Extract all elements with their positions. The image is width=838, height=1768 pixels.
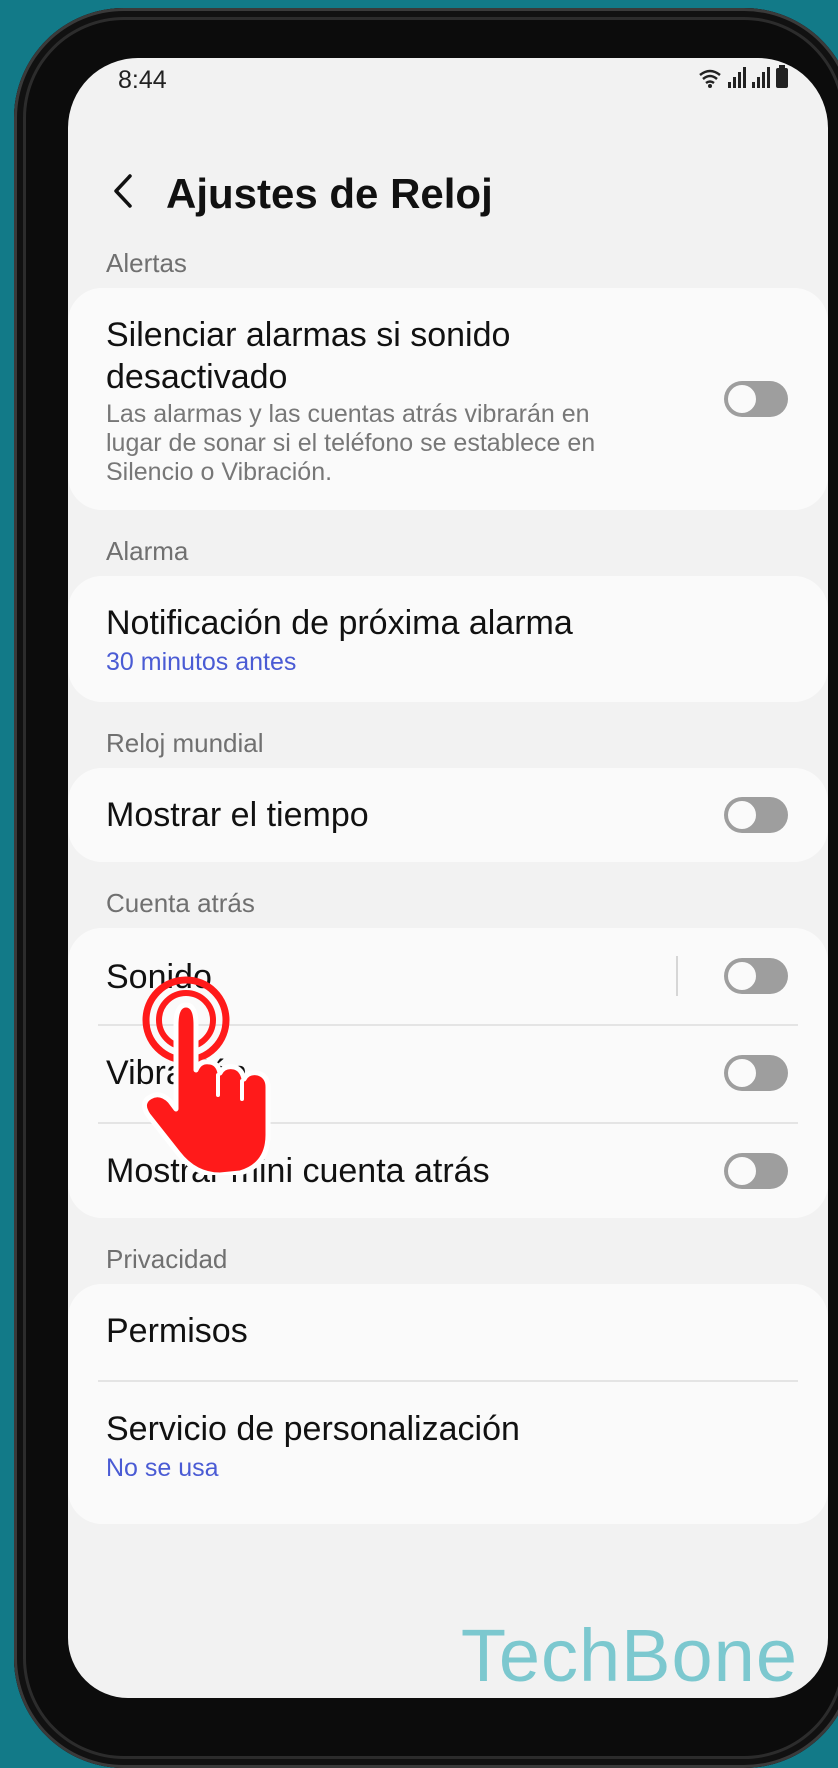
card-alarma: Notificación de próxima alarma 30 minuto… [68, 576, 828, 702]
sound-toggle[interactable] [724, 958, 788, 994]
setting-desc-line2: lugar de sonar si el teléfono se estable… [106, 429, 596, 457]
setting-permissions[interactable]: Permisos [68, 1284, 828, 1380]
card-alertas: Silenciar alarmas si sonido desactivado … [68, 288, 828, 510]
setting-desc-line1: Las alarmas y las cuentas atrás vibrarán… [106, 400, 590, 428]
setting-title-line1: Silenciar alarmas si sonido [106, 316, 511, 354]
status-bar: 8:44 [68, 58, 828, 118]
vibration-toggle[interactable] [724, 1055, 788, 1091]
page-title: Ajustes de Reloj [166, 170, 493, 217]
row-separator [676, 956, 678, 996]
setting-value: No se usa [106, 1454, 219, 1482]
wifi-icon [699, 69, 721, 88]
screen: 8:44 Ajustes de Reloj Alertas Silenciar … [68, 58, 828, 1698]
signal-1-icon [728, 66, 746, 88]
setting-title: Servicio de personalización [106, 1410, 520, 1448]
silence-alarms-toggle[interactable] [724, 381, 788, 417]
watermark: TechBone [460, 1614, 798, 1697]
setting-title: Notificación de próxima alarma [106, 604, 573, 642]
phone-frame: 8:44 Ajustes de Reloj Alertas Silenciar … [14, 8, 838, 1768]
battery-icon [776, 65, 788, 88]
setting-title: Permisos [106, 1312, 248, 1350]
status-time: 8:44 [118, 66, 167, 94]
signal-2-icon [752, 66, 770, 88]
mini-countdown-toggle[interactable] [724, 1153, 788, 1189]
setting-title: Mostrar el tiempo [106, 796, 369, 834]
setting-show-weather[interactable]: Mostrar el tiempo [68, 768, 828, 862]
setting-next-alarm-notification[interactable]: Notificación de próxima alarma 30 minuto… [68, 576, 828, 702]
section-label-alertas: Alertas [106, 248, 187, 278]
setting-value: 30 minutos antes [106, 648, 297, 676]
show-weather-toggle[interactable] [724, 797, 788, 833]
section-label-cuenta-atras: Cuenta atrás [106, 888, 255, 918]
app-header: Ajustes de Reloj [68, 148, 828, 238]
back-button[interactable] [104, 166, 144, 216]
card-reloj-mundial: Mostrar el tiempo [68, 768, 828, 862]
section-label-reloj-mundial: Reloj mundial [106, 728, 264, 758]
section-label-privacidad: Privacidad [106, 1244, 228, 1274]
card-privacidad: Permisos Servicio de personalización No … [68, 1284, 828, 1524]
setting-desc-line3: Silencio o Vibración. [106, 458, 333, 486]
section-label-alarma: Alarma [106, 536, 189, 566]
chevron-left-icon [114, 174, 132, 208]
status-icons [698, 65, 788, 88]
tap-hand-icon [142, 976, 271, 1175]
setting-title-line2: desactivado [106, 358, 288, 396]
setting-personalization-service[interactable]: Servicio de personalización No se usa [68, 1382, 828, 1524]
setting-silence-alarms[interactable]: Silenciar alarmas si sonido desactivado … [68, 288, 828, 510]
